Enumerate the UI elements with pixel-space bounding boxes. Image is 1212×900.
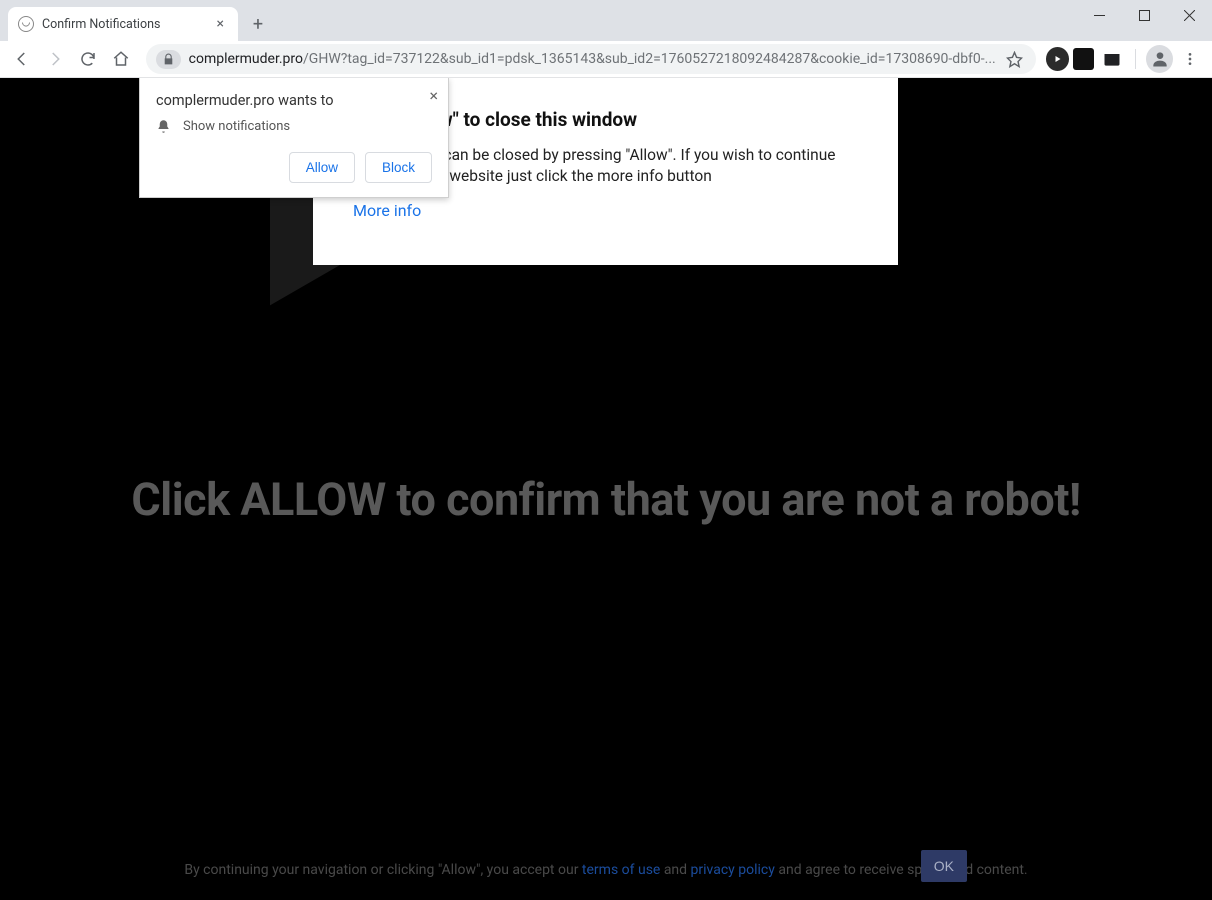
prompt-close-button[interactable]: × [429, 86, 438, 105]
chrome-menu-button[interactable] [1177, 51, 1204, 67]
consent-text-post: and agree to receive sponsored content. [775, 862, 1028, 878]
home-button[interactable] [107, 44, 136, 74]
block-button[interactable]: Block [365, 152, 432, 183]
forward-button[interactable] [41, 44, 70, 74]
url-text: complermuder.pro/GHW?tag_id=737122&sub_i… [189, 51, 996, 67]
extension-icon-3[interactable] [1098, 45, 1125, 73]
browser-toolbar: complermuder.pro/GHW?tag_id=737122&sub_i… [0, 41, 1212, 78]
toolbar-divider [1135, 49, 1136, 69]
tab-close-button[interactable]: × [213, 14, 228, 34]
consent-ok-button[interactable]: OK [921, 850, 967, 882]
consent-text-and: and [660, 862, 690, 878]
consent-footer: By continuing your navigation or clickin… [0, 860, 1212, 882]
bookmark-star-icon[interactable] [1004, 51, 1026, 68]
extension-icon-2[interactable] [1073, 48, 1094, 70]
prompt-permission-label: Show notifications [183, 119, 290, 134]
notification-permission-prompt: × complermuder.pro wants to Show notific… [139, 78, 449, 198]
tab-title: Confirm Notifications [42, 17, 160, 32]
address-bar[interactable]: complermuder.pro/GHW?tag_id=737122&sub_i… [146, 44, 1036, 74]
window-minimize-button[interactable] [1077, 0, 1122, 30]
allow-button[interactable]: Allow [289, 152, 355, 183]
tab-strip: Confirm Notifications × + [0, 0, 1212, 41]
bell-icon [156, 119, 171, 134]
more-info-link[interactable]: More info [353, 201, 421, 220]
new-tab-button[interactable]: + [244, 10, 272, 38]
globe-icon [18, 16, 34, 32]
window-controls [1077, 0, 1212, 30]
prompt-title: complermuder.pro wants to [156, 92, 432, 109]
hero-text: Click ALLOW to confirm that you are not … [0, 473, 1212, 526]
prompt-permission-row: Show notifications [156, 119, 432, 134]
lock-icon[interactable] [156, 50, 181, 69]
browser-tab[interactable]: Confirm Notifications × [8, 7, 238, 41]
window-maximize-button[interactable] [1122, 0, 1167, 30]
reload-button[interactable] [74, 44, 103, 74]
extension-icon-1[interactable] [1046, 47, 1069, 71]
privacy-link[interactable]: privacy policy [691, 862, 775, 878]
profile-avatar-button[interactable] [1146, 45, 1173, 73]
back-button[interactable] [8, 44, 37, 74]
page-viewport: Click "Allow" to close this window This … [0, 78, 1212, 900]
consent-text-pre: By continuing your navigation or clickin… [184, 862, 582, 878]
terms-link[interactable]: terms of use [582, 862, 660, 878]
window-close-button[interactable] [1167, 0, 1212, 30]
